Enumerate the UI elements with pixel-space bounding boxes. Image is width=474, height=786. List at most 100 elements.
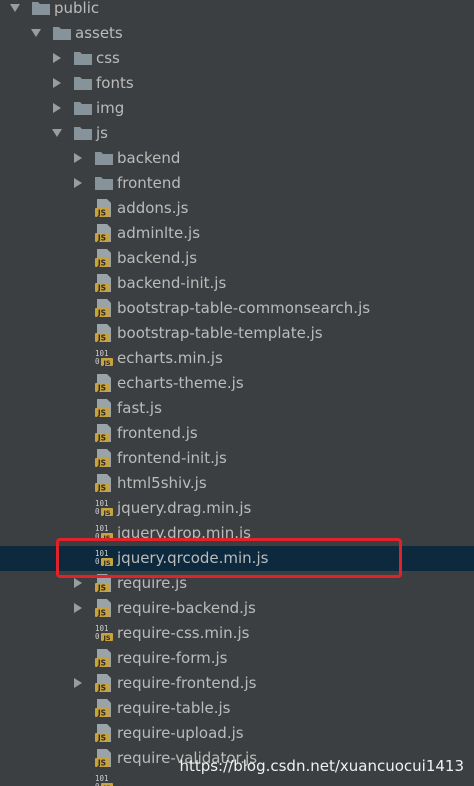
tree-file-echarts-theme-js[interactable]: JS echarts-theme.js bbox=[0, 371, 474, 396]
js-file-icon: JS bbox=[94, 198, 114, 218]
svg-text:JS: JS bbox=[97, 434, 106, 443]
folder-icon bbox=[73, 98, 93, 118]
minified-js-file-icon: 1010JS bbox=[94, 348, 114, 368]
chevron-right-icon[interactable] bbox=[74, 678, 82, 688]
tree-file-require-js[interactable]: JS require.js bbox=[0, 571, 474, 596]
chevron-right-icon[interactable] bbox=[53, 78, 61, 88]
minified-js-file-icon: 1010JS bbox=[94, 523, 114, 543]
tree-file-adminlte-js[interactable]: JS adminlte.js bbox=[0, 221, 474, 246]
tree-file-html5shiv-js[interactable]: JS html5shiv.js bbox=[0, 471, 474, 496]
js-file-icon: JS bbox=[94, 273, 114, 293]
chevron-right-icon[interactable] bbox=[53, 103, 61, 113]
folder-icon bbox=[52, 23, 72, 43]
svg-text:0: 0 bbox=[95, 557, 100, 566]
svg-text:JS: JS bbox=[97, 734, 106, 743]
tree-file-jquery-drop-min-js[interactable]: 101 0 JS jquery.drop.min.js bbox=[0, 521, 474, 546]
js-file-icon: JS bbox=[94, 298, 114, 318]
tree-file-fast-js[interactable]: JS fast.js bbox=[0, 396, 474, 421]
tree-file-bootstrap-table-commonsearch-js[interactable]: JS bootstrap-table-commonsearch.js bbox=[0, 296, 474, 321]
tree-folder-backend[interactable]: backend bbox=[0, 146, 474, 171]
js-file-icon: JS bbox=[94, 223, 114, 243]
tree-item-label: require.js bbox=[117, 574, 188, 592]
minified-js-file-icon: 1010JS bbox=[94, 498, 114, 518]
tree-folder-public[interactable]: public bbox=[0, 0, 474, 21]
tree-item-label: bootstrap-table-commonsearch.js bbox=[117, 299, 371, 317]
js-file-icon: JS bbox=[94, 448, 114, 468]
minified-js-file-icon: 1010JS bbox=[94, 623, 114, 643]
chevron-right-icon[interactable] bbox=[74, 153, 82, 163]
folder-icon bbox=[94, 148, 114, 168]
svg-text:JS: JS bbox=[102, 559, 110, 567]
svg-text:0: 0 bbox=[95, 782, 100, 786]
tree-item-label: frontend.js bbox=[117, 424, 198, 442]
svg-text:JS: JS bbox=[97, 459, 106, 468]
js-file-icon: JS bbox=[94, 423, 114, 443]
svg-text:0: 0 bbox=[95, 357, 100, 366]
tree-file-require-frontend-js[interactable]: JS require-frontend.js bbox=[0, 671, 474, 696]
js-file-icon: JS bbox=[94, 248, 114, 268]
svg-text:0: 0 bbox=[95, 507, 100, 516]
tree-item-label: img bbox=[96, 99, 125, 117]
tree-item-label: require-form.js bbox=[117, 649, 228, 667]
svg-text:JS: JS bbox=[97, 409, 106, 418]
svg-text:JS: JS bbox=[97, 609, 106, 618]
svg-text:JS: JS bbox=[102, 509, 110, 517]
tree-item-label: require-backend.js bbox=[117, 599, 256, 617]
svg-text:JS: JS bbox=[97, 284, 106, 293]
js-file-icon: JS bbox=[94, 648, 114, 668]
svg-text:JS: JS bbox=[97, 334, 106, 343]
js-file-icon: JS bbox=[94, 323, 114, 343]
tree-item-label: backend.js bbox=[117, 249, 198, 267]
folder-icon bbox=[73, 48, 93, 68]
tree-folder-fonts[interactable]: fonts bbox=[0, 71, 474, 96]
folder-icon bbox=[73, 123, 93, 143]
tree-file-require-table-js[interactable]: JS require-table.js bbox=[0, 696, 474, 721]
tree-folder-assets[interactable]: assets bbox=[0, 21, 474, 46]
js-file-icon: JS bbox=[94, 698, 114, 718]
tree-file-echarts-min-js[interactable]: 101 0 JS echarts.min.js bbox=[0, 346, 474, 371]
svg-text:JS: JS bbox=[97, 659, 106, 668]
tree-file-backend-init-js[interactable]: JS backend-init.js bbox=[0, 271, 474, 296]
tree-file-jquery-drag-min-js[interactable]: 101 0 JS jquery.drag.min.js bbox=[0, 496, 474, 521]
svg-text:JS: JS bbox=[97, 759, 106, 768]
chevron-down-icon[interactable] bbox=[10, 4, 20, 12]
tree-file-frontend-js[interactable]: JS frontend.js bbox=[0, 421, 474, 446]
tree-file-addons-js[interactable]: JS addons.js bbox=[0, 196, 474, 221]
js-file-icon: JS bbox=[94, 373, 114, 393]
chevron-down-icon[interactable] bbox=[31, 29, 41, 37]
minified-js-file-icon: 1010JS bbox=[94, 548, 114, 568]
tree-file-backend-js[interactable]: JS backend.js bbox=[0, 246, 474, 271]
chevron-right-icon[interactable] bbox=[74, 578, 82, 588]
svg-text:JS: JS bbox=[102, 634, 110, 642]
tree-file-require-upload-js[interactable]: JS require-upload.js bbox=[0, 721, 474, 746]
tree-folder-js[interactable]: js bbox=[0, 121, 474, 146]
tree-folder-img[interactable]: img bbox=[0, 96, 474, 121]
tree-file-require-backend-js[interactable]: JS require-backend.js bbox=[0, 596, 474, 621]
project-tree: public assets css fonts img js backend frontend… bbox=[0, 0, 474, 786]
folder-icon bbox=[31, 0, 51, 18]
tree-item-label: frontend bbox=[117, 174, 181, 192]
tree-item-label: require-frontend.js bbox=[117, 674, 257, 692]
tree-file-jquery-qrcode-min-js[interactable]: 101 0 JS jquery.qrcode.min.js bbox=[0, 546, 474, 571]
tree-folder-css[interactable]: css bbox=[0, 46, 474, 71]
svg-text:JS: JS bbox=[102, 534, 110, 542]
chevron-down-icon[interactable] bbox=[52, 129, 62, 137]
svg-text:JS: JS bbox=[97, 384, 106, 393]
tree-file-require-form-js[interactable]: JS require-form.js bbox=[0, 646, 474, 671]
js-file-icon: JS bbox=[94, 673, 114, 693]
chevron-right-icon[interactable] bbox=[53, 53, 61, 63]
watermark: https://blog.csdn.net/xuancuocui1413 bbox=[179, 757, 464, 775]
tree-file-require-css-min-js[interactable]: 101 0 JS require-css.min.js bbox=[0, 621, 474, 646]
tree-file-bootstrap-table-template-js[interactable]: JS bootstrap-table-template.js bbox=[0, 321, 474, 346]
svg-text:JS: JS bbox=[97, 684, 106, 693]
tree-item-label: assets bbox=[75, 24, 123, 42]
tree-file-frontend-init-js[interactable]: JS frontend-init.js bbox=[0, 446, 474, 471]
chevron-right-icon[interactable] bbox=[74, 178, 82, 188]
tree-folder-frontend[interactable]: frontend bbox=[0, 171, 474, 196]
tree-item-label: js bbox=[96, 124, 108, 142]
chevron-right-icon[interactable] bbox=[74, 603, 82, 613]
svg-text:JS: JS bbox=[97, 484, 106, 493]
svg-text:0: 0 bbox=[95, 532, 100, 541]
tree-item-label: jquery.drop.min.js bbox=[117, 524, 251, 542]
js-file-icon: JS bbox=[94, 573, 114, 593]
